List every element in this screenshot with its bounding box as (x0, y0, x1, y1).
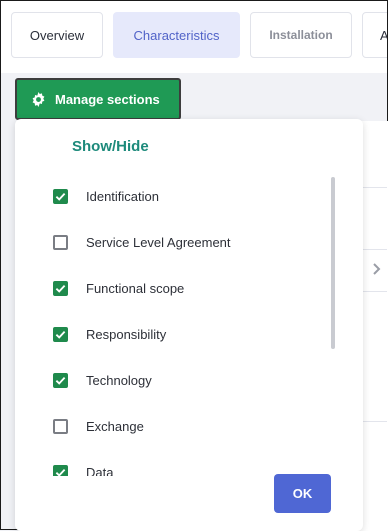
checkbox[interactable] (53, 188, 68, 204)
chevron-right-icon[interactable] (373, 263, 381, 275)
tab-installation[interactable]: Installation (250, 12, 352, 58)
scrollbar[interactable] (331, 177, 335, 349)
gear-icon (31, 91, 46, 107)
section-item-label: Responsibility (86, 326, 167, 342)
section-item-label: Technology (86, 372, 152, 388)
manage-sections-button[interactable]: Manage sections (15, 78, 181, 120)
panel-title: Show/Hide (72, 138, 149, 155)
manage-sections-label: Manage sections (55, 91, 160, 107)
section-item-label: Service Level Agreement (86, 234, 231, 250)
section-item-technology[interactable]: Technology (53, 370, 152, 390)
checkbox[interactable] (53, 280, 68, 296)
section-item-exchange[interactable]: Exchange (53, 416, 144, 436)
section-item-identification[interactable]: Identification (53, 186, 159, 206)
section-item-label: Functional scope (86, 280, 185, 296)
ok-button[interactable]: OK (274, 474, 331, 513)
tab-overview[interactable]: Overview (11, 12, 103, 58)
section-list: Identification Service Level Agreement F… (15, 166, 335, 476)
show-hide-panel: Show/Hide Identification Service Level A… (15, 119, 363, 531)
tab-characteristics[interactable]: Characteristics (113, 12, 240, 58)
section-item-label: Data (86, 464, 114, 477)
section-item-service-level-agreement[interactable]: Service Level Agreement (53, 232, 231, 252)
section-item-data[interactable]: Data (53, 462, 113, 476)
tab-truncated[interactable]: A (362, 12, 387, 58)
checkbox[interactable] (53, 326, 68, 342)
section-item-label: Exchange (86, 418, 144, 434)
checkbox[interactable] (53, 418, 68, 434)
checkbox[interactable] (53, 234, 68, 250)
section-item-functional-scope[interactable]: Functional scope (53, 278, 184, 298)
checkbox[interactable] (53, 372, 68, 388)
tab-bar: Overview Characteristics Installation A (1, 1, 387, 73)
checkbox[interactable] (53, 464, 68, 476)
section-item-responsibility[interactable]: Responsibility (53, 324, 166, 344)
section-item-label: Identification (86, 188, 159, 204)
